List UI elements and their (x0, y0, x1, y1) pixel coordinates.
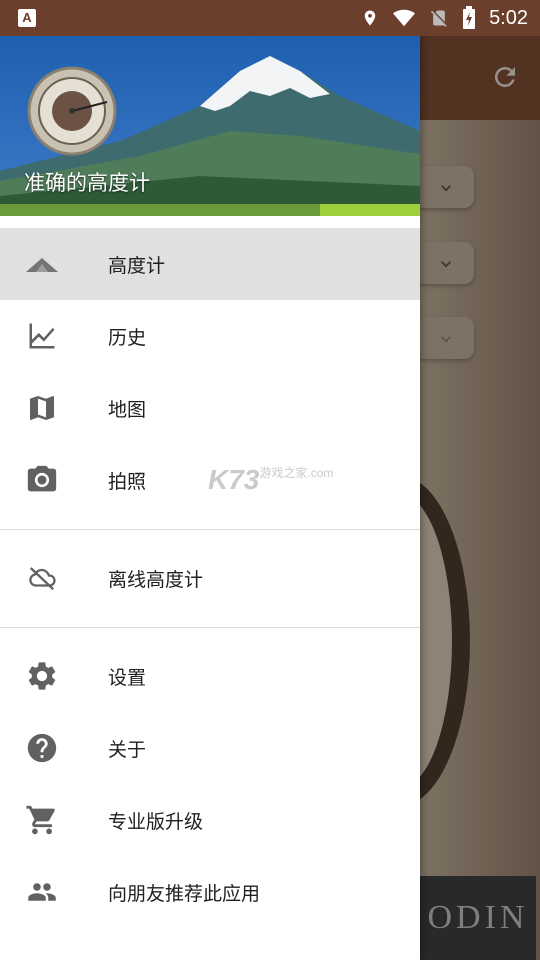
watermark-domain: .com (307, 466, 334, 480)
menu-item-offline-altimeter[interactable]: 离线高度计 (0, 542, 420, 614)
menu-item-label: 离线高度计 (108, 568, 204, 591)
menu-item-map[interactable]: 地图 (0, 372, 420, 444)
mountain-icon (24, 246, 60, 282)
drawer-menu-list: 高度计 历史 地图 拍照 离线高度计 设置 关于 专业版升级 向朋友推荐此应用 (0, 228, 420, 928)
status-time: 5:02 (489, 6, 528, 29)
gear-icon (24, 658, 60, 694)
wifi-icon (393, 9, 416, 27)
watermark-text: 游戏之家 (259, 466, 308, 480)
menu-divider (0, 627, 420, 628)
navigation-drawer: 准确的高度计 高度计 历史 地图 拍照 离线高度计 设置 关于 专业版升级 向朋… (0, 36, 420, 960)
menu-item-label: 设置 (108, 666, 147, 689)
drawer-app-title: 准确的高度计 (24, 171, 150, 195)
chart-line-icon (24, 318, 60, 354)
menu-item-about[interactable]: 关于 (0, 712, 420, 784)
people-icon (24, 874, 60, 910)
map-icon (24, 390, 60, 426)
menu-item-label: 拍照 (108, 470, 147, 493)
cart-icon (24, 802, 60, 838)
app-logo-icon (27, 66, 117, 156)
menu-item-label: 地图 (108, 398, 147, 421)
battery-charging-icon (463, 6, 476, 29)
no-sim-icon (430, 10, 447, 27)
location-icon (364, 10, 376, 26)
menu-divider (0, 529, 420, 530)
menu-item-label: 历史 (108, 326, 147, 349)
camera-icon (24, 462, 60, 498)
drawer-header: 准确的高度计 (0, 36, 420, 216)
menu-item-settings[interactable]: 设置 (0, 640, 420, 712)
menu-item-label: 关于 (108, 738, 147, 761)
menu-item-history[interactable]: 历史 (0, 300, 420, 372)
menu-item-share-app[interactable]: 向朋友推荐此应用 (0, 856, 420, 928)
menu-item-altimeter[interactable]: 高度计 (0, 228, 420, 300)
menu-item-label: 高度计 (108, 254, 166, 277)
watermark-brand: K73 (208, 464, 260, 495)
help-icon (24, 730, 60, 766)
menu-item-label: 专业版升级 (108, 810, 204, 833)
status-icons: 5:02 (361, 0, 528, 36)
status-bar: A 5:02 (0, 0, 540, 36)
watermark: K73游戏之家.com (208, 464, 333, 496)
menu-item-label: 向朋友推荐此应用 (108, 882, 261, 905)
cloud-off-icon (24, 560, 60, 596)
menu-item-pro-upgrade[interactable]: 专业版升级 (0, 784, 420, 856)
notification-a-icon: A (18, 9, 36, 27)
